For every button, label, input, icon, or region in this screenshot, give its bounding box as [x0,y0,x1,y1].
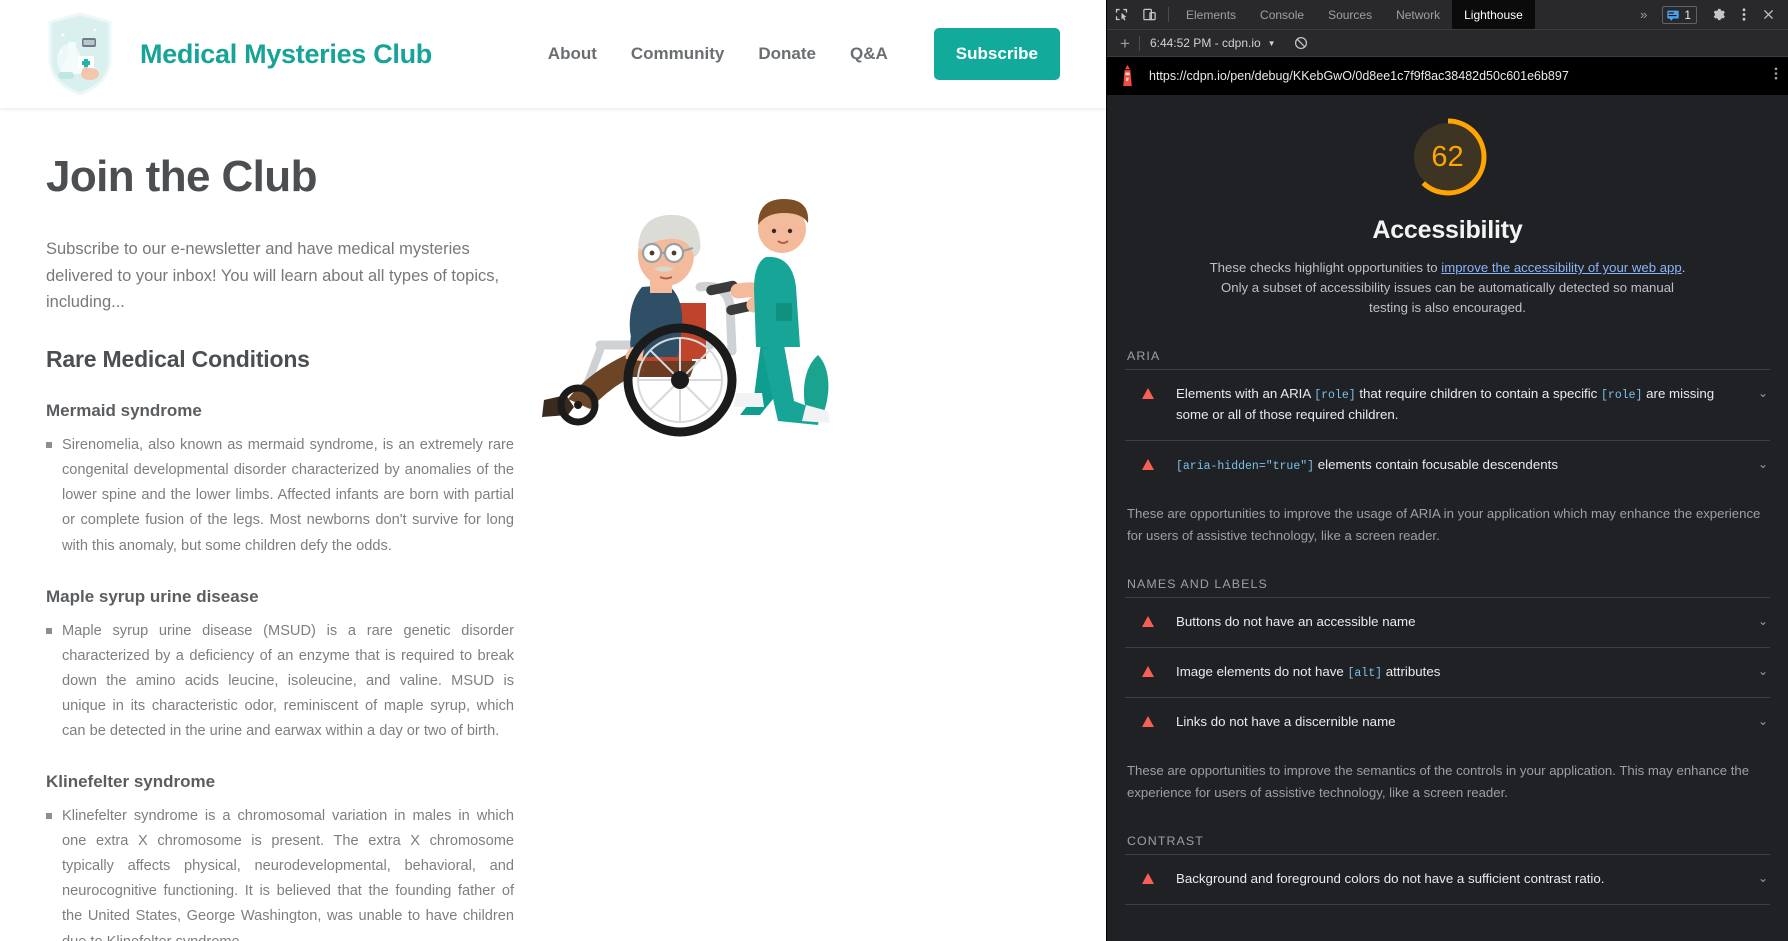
score-value: 62 [1431,140,1464,173]
audit-row[interactable]: Buttons do not have an accessible name ⌄ [1125,597,1770,647]
lighthouse-url-bar: https://cdpn.io/pen/debug/KKebGwO/0d8ee1… [1107,57,1788,95]
accessibility-score-gauge: 62 [1406,115,1490,199]
audited-url: https://cdpn.io/pen/debug/KKebGwO/0d8ee1… [1149,69,1569,83]
chevron-down-icon[interactable]: ⌄ [1758,455,1768,471]
lighthouse-toolbar: + 6:44:52 PM - cdpn.io ▼ [1107,30,1788,57]
lighthouse-report: 62 Accessibility These checks highlight … [1107,95,1788,941]
fail-triangle-icon [1142,388,1154,400]
audit-code: [alt] [1347,666,1383,680]
plus-icon[interactable]: + [1111,35,1139,52]
section-title-contrast: CONTRAST [1127,833,1204,848]
score-category-label: Accessibility [1372,216,1523,244]
audit-row[interactable]: Links do not have a discernible name ⌄ [1125,696,1770,747]
audit-title: Image elements do not have [alt] attribu… [1176,662,1758,683]
condition-list-1: Maple syrup urine disease (MSUD) is a ra… [46,619,514,744]
accessibility-docs-link[interactable]: improve the accessibility of your web ap… [1441,260,1681,275]
audit-title: Buttons do not have an accessible name [1176,612,1758,633]
chevrons-right-icon[interactable]: » [1631,7,1656,22]
audit-text: Links do not have a discernible name [1176,713,1396,729]
condition-list-0: Sirenomelia, also known as mermaid syndr… [46,433,514,558]
audit-code: [role] [1601,389,1643,403]
console-message-badge[interactable]: 1 [1662,5,1697,24]
toolbar-divider [1168,7,1169,22]
devtools-panel: Elements Console Sources Network Lightho… [1106,0,1788,941]
audit-row[interactable]: Elements with an ARIA [role] that requir… [1125,369,1770,439]
site-header: Medical Mysteries Club About Community D… [0,0,1106,108]
audit-text: elements contain focusable descendents [1314,456,1558,472]
devtools-toolbar-right: » 1 [1631,0,1788,29]
chevron-down-icon[interactable]: ⌄ [1758,384,1768,400]
audit-row[interactable]: Image elements do not have [alt] attribu… [1125,646,1770,697]
tab-elements[interactable]: Elements [1174,0,1248,29]
section-title-names-and-labels: NAMES AND LABELS [1127,577,1268,592]
audit-title: Links do not have a discernible name [1176,712,1758,733]
chevron-down-icon: ▼ [1267,38,1276,48]
list-item: Maple syrup urine disease (MSUD) is a ra… [46,619,514,744]
gear-icon[interactable] [1703,7,1734,22]
list-item: Sirenomelia, also known as mermaid syndr… [46,433,514,558]
audit-title: Background and foreground colors do not … [1176,869,1758,890]
clear-no-entry-icon[interactable] [1286,36,1316,50]
audit-text: Image elements do not have [1176,663,1348,679]
fail-triangle-icon [1142,872,1154,884]
lighthouse-icon [1123,65,1132,87]
devtools-tabbar: Elements Console Sources Network Lightho… [1107,0,1788,30]
nav-item-qa[interactable]: Q&A [833,44,905,64]
audit-code: [role] [1314,389,1356,403]
main-nav: About Community Donate Q&A Subscribe [531,28,1060,80]
tab-lighthouse[interactable]: Lighthouse [1452,0,1535,29]
section-note-aria: These are opportunities to improve the u… [1127,506,1761,543]
nav-item-about[interactable]: About [531,44,614,64]
run-selector-label: 6:44:52 PM - cdpn.io [1149,36,1261,50]
audit-title: Elements with an ARIA [role] that requir… [1176,384,1758,425]
audit-title: [aria-hidden="true"] elements contain fo… [1176,455,1758,476]
audit-text: Elements with an ARIA [1176,386,1315,402]
header-subscribe-button[interactable]: Subscribe [933,28,1060,80]
close-icon[interactable] [1754,8,1783,21]
fail-triangle-icon [1142,715,1154,727]
audit-code: [aria-hidden="true"] [1176,459,1315,473]
console-message-count: 1 [1684,7,1691,22]
audit-text: Background and foreground colors do not … [1176,870,1605,886]
tab-console[interactable]: Console [1248,0,1316,29]
chevron-down-icon[interactable]: ⌄ [1758,869,1768,885]
console-message-icon [1667,10,1679,21]
section-note-names-and-labels: These are opportunities to improve the s… [1127,763,1750,800]
device-toolbar-icon[interactable] [1135,0,1163,29]
audit-text: attributes [1382,663,1441,679]
tab-sources[interactable]: Sources [1316,0,1384,29]
score-gauge-block: 62 Accessibility These checks highlight … [1125,95,1770,318]
chevron-down-icon[interactable]: ⌄ [1758,712,1768,728]
condition-title-1: Maple syrup urine disease [46,586,259,606]
nav-item-donate[interactable]: Donate [741,44,833,64]
shield-medical-logo[interactable] [46,12,114,96]
audit-row[interactable]: [aria-hidden="true"] elements contain fo… [1125,439,1770,490]
audit-row[interactable]: Background and foreground colors do not … [1125,853,1770,905]
section-title-aria: ARIA [1127,349,1161,364]
category-description: These checks highlight opportunities to … [1202,258,1694,318]
condition-list-2: Klinefelter syndrome is a chromosomal va… [46,804,514,941]
nav-item-community[interactable]: Community [614,44,742,64]
description-pre: These checks highlight opportunities to [1209,260,1442,275]
audit-text: Buttons do not have an accessible name [1176,614,1416,630]
fail-triangle-icon [1142,616,1154,628]
intro-paragraph: Subscribe to our e-newsletter and have m… [46,240,500,312]
audit-text: that require children to contain a speci… [1355,386,1602,402]
more-options-icon[interactable] [1734,7,1754,22]
fail-triangle-icon [1142,665,1154,677]
chevron-down-icon[interactable]: ⌄ [1758,612,1768,628]
fail-triangle-icon [1142,458,1154,470]
list-item: Klinefelter syndrome is a chromosomal va… [46,804,514,941]
run-selector[interactable]: 6:44:52 PM - cdpn.io ▼ [1140,36,1286,50]
inspect-element-icon[interactable] [1107,0,1135,29]
web-page-viewport: Medical Mysteries Club About Community D… [0,0,1106,941]
chevron-down-icon[interactable]: ⌄ [1758,662,1768,678]
illustration-wheelchair [542,199,830,437]
brand-title: Medical Mysteries Club [140,38,432,69]
condition-title-2: Klinefelter syndrome [46,772,216,792]
tab-network[interactable]: Network [1384,0,1452,29]
report-options-icon[interactable] [1768,66,1778,86]
